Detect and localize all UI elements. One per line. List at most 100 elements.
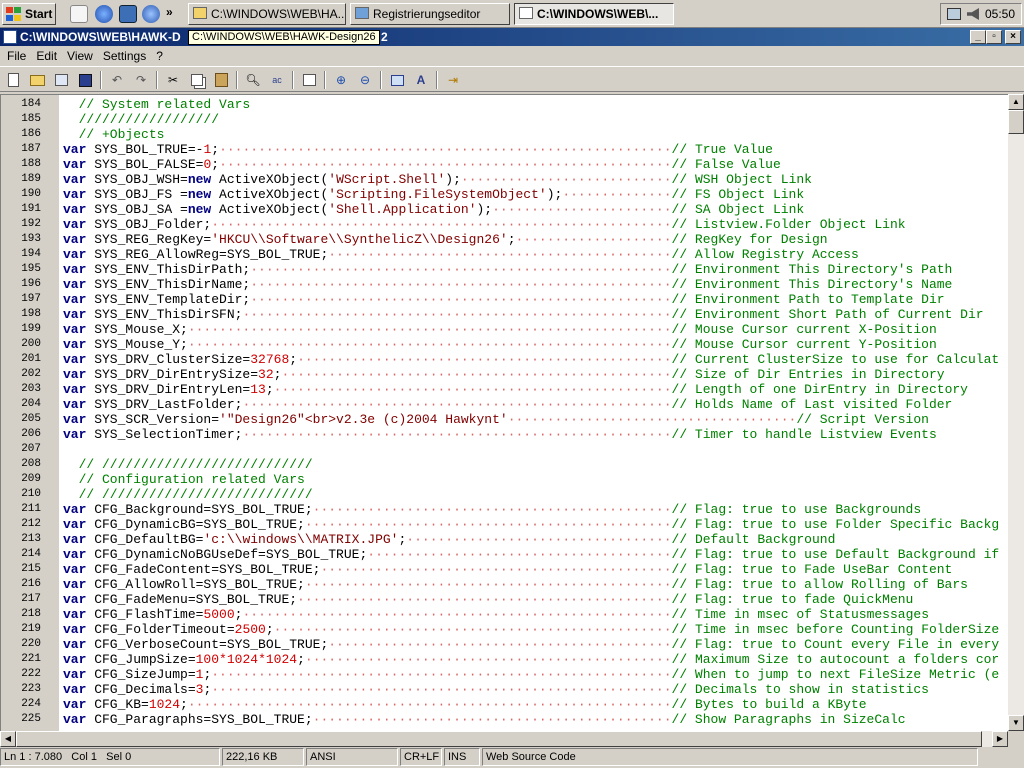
- code-line[interactable]: 189 var SYS_OBJ_WSH=new ActiveXObject('WS…: [1, 172, 1008, 187]
- vertical-scrollbar[interactable]: ▲ ▼: [1008, 94, 1024, 731]
- chevron-right-icon[interactable]: »: [166, 5, 173, 19]
- editor-icon: [519, 7, 533, 19]
- line-text: var SYS_ENV_ThisDirSFN;·················…: [63, 307, 984, 322]
- code-line[interactable]: 222 var CFG_SizeJump=1;··················…: [1, 667, 1008, 682]
- minimize-button[interactable]: _: [970, 30, 986, 44]
- paste-icon[interactable]: [212, 71, 230, 89]
- code-line[interactable]: 199 var SYS_Mouse_X;·····················…: [1, 322, 1008, 337]
- status-encoding[interactable]: ANSI: [306, 748, 398, 766]
- line-number: 193: [21, 233, 41, 245]
- code-line[interactable]: 225 var CFG_Paragraphs=SYS_BOL_TRUE;·····…: [1, 712, 1008, 727]
- code-line[interactable]: 213 var CFG_DefaultBG='c:\\windows\\MATRI…: [1, 532, 1008, 547]
- cut-icon[interactable]: ✂: [164, 71, 182, 89]
- run-icon[interactable]: ⇥: [444, 71, 462, 89]
- menu-settings[interactable]: Settings: [98, 49, 151, 63]
- code-line[interactable]: 223 var CFG_Decimals=3;··················…: [1, 682, 1008, 697]
- open-folder-icon[interactable]: [28, 71, 46, 89]
- code-line[interactable]: 200 var SYS_Mouse_Y;·····················…: [1, 337, 1008, 352]
- undo-icon[interactable]: ↶: [108, 71, 126, 89]
- menu-help[interactable]: ?: [151, 49, 168, 63]
- zoom-in-icon[interactable]: ⊕: [332, 71, 350, 89]
- code-line[interactable]: 220 var CFG_VerboseCount=SYS_BOL_TRUE;···…: [1, 637, 1008, 652]
- scroll-left-arrow-icon[interactable]: ◀: [0, 731, 16, 747]
- code-line[interactable]: 191 var SYS_OBJ_SA =new ActiveXObject('Sh…: [1, 202, 1008, 217]
- code-area[interactable]: 184 // System related Vars 185 //////////…: [1, 97, 1008, 727]
- vertical-scroll-thumb[interactable]: [1008, 110, 1024, 134]
- code-line[interactable]: 186 // +Objects: [1, 127, 1008, 142]
- restore-button[interactable]: ▫: [986, 30, 1002, 44]
- code-line[interactable]: 201 var SYS_DRV_ClusterSize=32768;·······…: [1, 352, 1008, 367]
- zoom-out-icon[interactable]: ⊖: [356, 71, 374, 89]
- code-line[interactable]: 192 var SYS_OBJ_Folder;··················…: [1, 217, 1008, 232]
- code-line[interactable]: 211 var CFG_Background=SYS_BOL_TRUE;·····…: [1, 502, 1008, 517]
- browse-icon[interactable]: [52, 71, 70, 89]
- desktop-quicklaunch-icon[interactable]: [119, 5, 137, 23]
- app-icon[interactable]: [3, 30, 17, 44]
- status-scheme[interactable]: Web Source Code: [482, 748, 978, 766]
- horizontal-scroll-thumb[interactable]: [16, 731, 982, 747]
- code-line[interactable]: 217 var CFG_FadeMenu=SYS_BOL_TRUE;·······…: [1, 592, 1008, 607]
- code-line[interactable]: 208 // ///////////////////////////: [1, 457, 1008, 472]
- code-line[interactable]: 216 var CFG_AllowRoll=SYS_BOL_TRUE;······…: [1, 577, 1008, 592]
- redo-icon[interactable]: ↷: [132, 71, 150, 89]
- code-line[interactable]: 193 var SYS_REG_RegKey='HKCU\\Software\\S…: [1, 232, 1008, 247]
- new-file-icon[interactable]: [4, 71, 22, 89]
- code-line[interactable]: 194 var SYS_REG_AllowReg=SYS_BOL_TRUE;···…: [1, 247, 1008, 262]
- code-line[interactable]: 218 var CFG_FlashTime=5000;··············…: [1, 607, 1008, 622]
- replace-icon[interactable]: ac: [268, 71, 286, 89]
- save-icon[interactable]: [76, 71, 94, 89]
- code-line[interactable]: 204 var SYS_DRV_LastFolder;··············…: [1, 397, 1008, 412]
- code-line[interactable]: 205 var SYS_SCR_Version='"Design26"<br>v2…: [1, 412, 1008, 427]
- task-button-explorer[interactable]: C:\WINDOWS\WEB\HA...: [188, 3, 346, 25]
- code-line[interactable]: 197 var SYS_ENV_TemplateDir;·············…: [1, 292, 1008, 307]
- scroll-down-arrow-icon[interactable]: ▼: [1008, 715, 1024, 731]
- code-line[interactable]: 207: [1, 442, 1008, 457]
- scroll-right-arrow-icon[interactable]: ▶: [992, 731, 1008, 747]
- browser-quicklaunch-icon[interactable]: [142, 5, 160, 23]
- find-icon[interactable]: 🔍︎: [244, 71, 262, 89]
- title-tooltip: C:\WINDOWS\WEB\HAWK-Design26: [188, 30, 380, 45]
- scroll-up-arrow-icon[interactable]: ▲: [1008, 94, 1024, 110]
- code-line[interactable]: 209 // Configuration related Vars: [1, 472, 1008, 487]
- menu-view[interactable]: View: [62, 49, 98, 63]
- font-icon[interactable]: A: [412, 71, 430, 89]
- code-line[interactable]: 190 var SYS_OBJ_FS =new ActiveXObject('Sc…: [1, 187, 1008, 202]
- code-line[interactable]: 215 var CFG_FadeContent=SYS_BOL_TRUE;····…: [1, 562, 1008, 577]
- word-wrap-icon[interactable]: [388, 71, 406, 89]
- code-line[interactable]: 206 var SYS_SelectionTimer;··············…: [1, 427, 1008, 442]
- code-editor[interactable]: 184 // System related Vars 185 //////////…: [0, 94, 1008, 731]
- code-line[interactable]: 219 var CFG_FolderTimeout=2500;··········…: [1, 622, 1008, 637]
- task-button-editor[interactable]: C:\WINDOWS\WEB\...: [514, 3, 674, 25]
- clock[interactable]: 05:50: [985, 7, 1015, 21]
- status-line-endings[interactable]: CR+LF: [400, 748, 442, 766]
- code-line[interactable]: 196 var SYS_ENV_ThisDirName;·············…: [1, 277, 1008, 292]
- code-line[interactable]: 202 var SYS_DRV_DirEntrySize=32;·········…: [1, 367, 1008, 382]
- code-line[interactable]: 184 // System related Vars: [1, 97, 1008, 112]
- line-number: 185: [21, 113, 41, 125]
- code-line[interactable]: 214 var CFG_DynamicNoBGUseDef=SYS_BOL_TRU…: [1, 547, 1008, 562]
- code-line[interactable]: 224 var CFG_KB=1024;·····················…: [1, 697, 1008, 712]
- code-line[interactable]: 210 // ///////////////////////////: [1, 487, 1008, 502]
- code-line[interactable]: 188 var SYS_BOL_FALSE=0;·················…: [1, 157, 1008, 172]
- menu-file[interactable]: File: [2, 49, 31, 63]
- horizontal-scrollbar[interactable]: ◀ ▶: [0, 731, 1008, 747]
- close-button[interactable]: ×: [1005, 30, 1021, 44]
- code-line[interactable]: 198 var SYS_ENV_ThisDirSFN;··············…: [1, 307, 1008, 322]
- code-line[interactable]: 185 //////////////////: [1, 112, 1008, 127]
- code-line[interactable]: 221 var CFG_JumpSize=100*1024*1024;······…: [1, 652, 1008, 667]
- network-icon[interactable]: [946, 8, 961, 20]
- title-bar[interactable]: C:\WINDOWS\WEB\HAWK-D 2: [0, 28, 1024, 46]
- status-insert-mode[interactable]: INS: [444, 748, 480, 766]
- task-button-regedit[interactable]: Registrierungseditor: [350, 3, 510, 25]
- code-line[interactable]: 187 var SYS_BOL_TRUE=-1;·················…: [1, 142, 1008, 157]
- code-line[interactable]: 195 var SYS_ENV_ThisDirPath;·············…: [1, 262, 1008, 277]
- menu-edit[interactable]: Edit: [31, 49, 62, 63]
- goto-icon[interactable]: [300, 71, 318, 89]
- internet-explorer-quicklaunch-icon[interactable]: [95, 5, 113, 23]
- volume-icon[interactable]: [966, 8, 979, 20]
- copy-icon[interactable]: [188, 71, 206, 89]
- code-line[interactable]: 212 var CFG_DynamicBG=SYS_BOL_TRUE;······…: [1, 517, 1008, 532]
- start-button[interactable]: Start: [2, 3, 56, 25]
- notepad-quicklaunch-icon[interactable]: [70, 5, 88, 23]
- code-line[interactable]: 203 var SYS_DRV_DirEntryLen=13;··········…: [1, 382, 1008, 397]
